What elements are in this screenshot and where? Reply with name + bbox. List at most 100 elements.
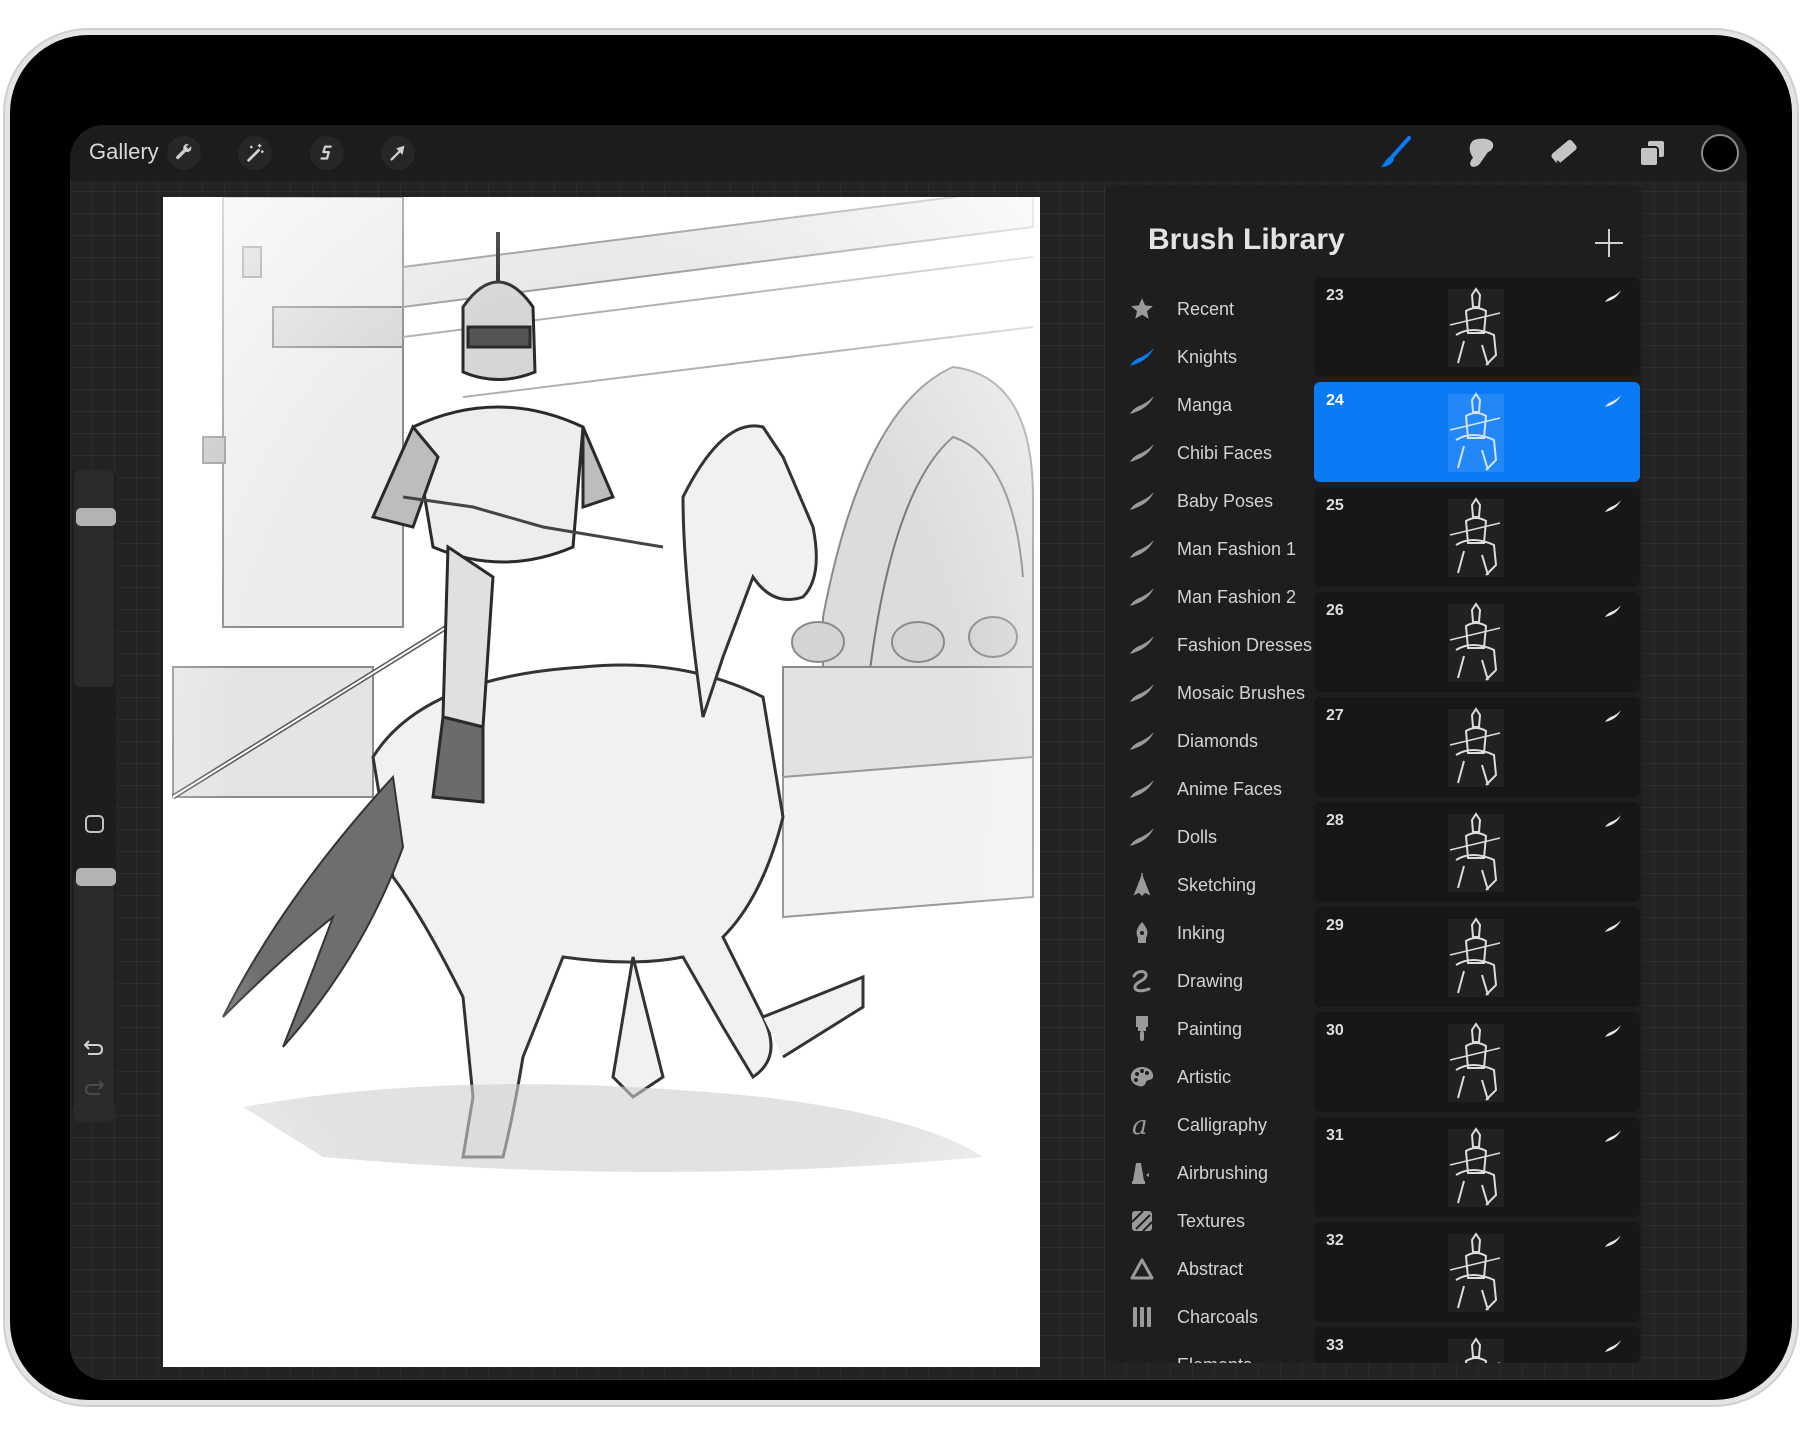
brush-category-diamonds[interactable]: Diamonds: [1105, 717, 1310, 765]
brush-category-label: Knights: [1177, 346, 1238, 367]
brush-category-abstract[interactable]: Abstract: [1105, 1245, 1310, 1293]
brush-number: 27: [1326, 707, 1344, 724]
brush-item[interactable]: 33: [1314, 1327, 1640, 1363]
brush-preview-thumbnail: [1442, 1125, 1510, 1211]
brush-category-label: Elements: [1177, 1355, 1252, 1364]
brush-category-inking[interactable]: Inking: [1105, 909, 1310, 957]
brush-category-chibi-faces[interactable]: Chibi Faces: [1105, 429, 1310, 477]
brush-stroke-icon: [1604, 709, 1622, 723]
brush-category-list: Recent Knights Manga Chibi Faces Baby Poses M…: [1105, 285, 1313, 1364]
airbrush-icon: [1127, 1158, 1157, 1188]
brush-category-sketching[interactable]: Sketching: [1105, 861, 1310, 909]
brush-number: 26: [1326, 602, 1344, 619]
brush-category-man-fashion-1[interactable]: Man Fashion 1: [1105, 525, 1310, 573]
brush-stroke-icon: [1127, 342, 1157, 372]
brush-list: 23 24 25 26 27 28 29 30 31 32 33: [1314, 277, 1640, 1363]
calligraphy-a-icon: a: [1127, 1110, 1157, 1140]
brush-stroke-icon: [1604, 1339, 1622, 1353]
brush-stroke-icon: [1127, 582, 1157, 612]
brush-number: 32: [1326, 1232, 1344, 1249]
brush-number: 29: [1326, 917, 1344, 934]
pencil-tip-icon: [1127, 870, 1157, 900]
modify-button[interactable]: [85, 815, 104, 833]
brush-stroke-icon: [1127, 822, 1157, 852]
brush-category-textures[interactable]: Textures: [1105, 1197, 1310, 1245]
brush-category-label: Manga: [1177, 394, 1233, 415]
brush-category-elements[interactable]: Elements: [1105, 1341, 1310, 1364]
brush-category-label: Chibi Faces: [1177, 442, 1273, 463]
brush-item[interactable]: 23: [1314, 277, 1640, 377]
squiggle-icon: [1127, 966, 1157, 996]
brush-stroke-icon: [1127, 486, 1157, 516]
brush-preview-thumbnail: [1442, 705, 1510, 791]
brush-category-anime-faces[interactable]: Anime Faces: [1105, 765, 1310, 813]
hatched-square-icon: [1127, 1206, 1157, 1236]
brush-item[interactable]: 28: [1314, 802, 1640, 902]
brush-item[interactable]: 30: [1314, 1012, 1640, 1112]
brush-category-painting[interactable]: Painting: [1105, 1005, 1310, 1053]
brush-item[interactable]: 29: [1314, 907, 1640, 1007]
brush-category-drawing[interactable]: Drawing: [1105, 957, 1310, 1005]
drawing-canvas[interactable]: [163, 197, 1040, 1367]
brush-size-slider[interactable]: [74, 470, 116, 687]
undo-button[interactable]: [82, 1036, 106, 1058]
brush-size-thumb[interactable]: [76, 508, 116, 526]
brush-category-label: Calligraphy: [1177, 1114, 1268, 1135]
brush-category-calligraphy[interactable]: a Calligraphy: [1105, 1101, 1310, 1149]
svg-text:a: a: [1132, 1112, 1148, 1138]
brush-item[interactable]: 31: [1314, 1117, 1640, 1217]
brush-category-baby-poses[interactable]: Baby Poses: [1105, 477, 1310, 525]
brush-tool-button[interactable]: [1376, 135, 1414, 171]
paint-brush-icon: [1127, 1014, 1157, 1044]
selection-button[interactable]: [310, 136, 344, 170]
eraser-tool-button[interactable]: [1547, 135, 1585, 171]
brush-number: 33: [1326, 1337, 1344, 1354]
brush-category-label: Inking: [1177, 922, 1226, 943]
brush-library-panel: Brush Library Recent Knights Manga Chibi Fa…: [1105, 185, 1642, 1363]
transform-button[interactable]: [381, 136, 415, 170]
brush-number: 24: [1326, 392, 1344, 409]
brush-category-fashion-dresses[interactable]: Fashion Dresses: [1105, 621, 1313, 669]
add-brush-set-button[interactable]: [1595, 229, 1623, 257]
brush-category-label: Anime Faces: [1177, 778, 1283, 799]
brush-number: 28: [1326, 812, 1344, 829]
brush-item[interactable]: 27: [1314, 697, 1640, 797]
layers-button[interactable]: [1633, 135, 1671, 171]
paintbrush-icon: [1381, 136, 1411, 167]
brush-category-airbrushing[interactable]: Airbrushing: [1105, 1149, 1310, 1197]
brush-item[interactable]: 24: [1314, 382, 1640, 482]
brush-item[interactable]: 26: [1314, 592, 1640, 692]
brush-category-charcoals[interactable]: Charcoals: [1105, 1293, 1310, 1341]
brush-category-man-fashion-2[interactable]: Man Fashion 2: [1105, 573, 1310, 621]
brush-item[interactable]: 25: [1314, 487, 1640, 587]
smudge-tool-button[interactable]: [1462, 135, 1500, 171]
triangle-icon: [1127, 1254, 1157, 1284]
actions-button[interactable]: [167, 136, 201, 170]
brush-category-dolls[interactable]: Dolls: [1105, 813, 1310, 861]
charcoal-bars-icon: [1127, 1302, 1157, 1332]
star-icon: [1127, 294, 1157, 324]
color-picker-button[interactable]: [1701, 134, 1739, 172]
brush-stroke-icon: [1604, 604, 1622, 618]
brush-stroke-icon: [1127, 438, 1157, 468]
brush-category-label: Fashion Dresses: [1177, 634, 1313, 655]
brush-category-knights[interactable]: Knights: [1105, 333, 1310, 381]
brush-category-artistic[interactable]: Artistic: [1105, 1053, 1310, 1101]
brush-item[interactable]: 32: [1314, 1222, 1640, 1322]
knight-artwork: [163, 197, 1040, 1367]
device-frame: Gallery Brush Library Recent Knights Man…: [10, 35, 1792, 1400]
pen-nib-icon: [1127, 918, 1157, 948]
brush-preview-thumbnail: [1442, 810, 1510, 896]
brush-category-label: Charcoals: [1177, 1306, 1259, 1327]
brush-stroke-icon: [1604, 289, 1622, 303]
brush-stroke-icon: [1604, 814, 1622, 828]
gallery-button[interactable]: Gallery: [89, 139, 159, 165]
brush-stroke-icon: [1127, 630, 1157, 660]
brush-category-mosaic-brushes[interactable]: Mosaic Brushes: [1105, 669, 1310, 717]
adjustments-button[interactable]: [238, 136, 272, 170]
brush-category-recent[interactable]: Recent: [1105, 285, 1310, 333]
brush-preview-thumbnail: [1442, 915, 1510, 1001]
brush-category-manga[interactable]: Manga: [1105, 381, 1310, 429]
palette-icon: [1127, 1062, 1157, 1092]
redo-button[interactable]: [82, 1076, 106, 1098]
